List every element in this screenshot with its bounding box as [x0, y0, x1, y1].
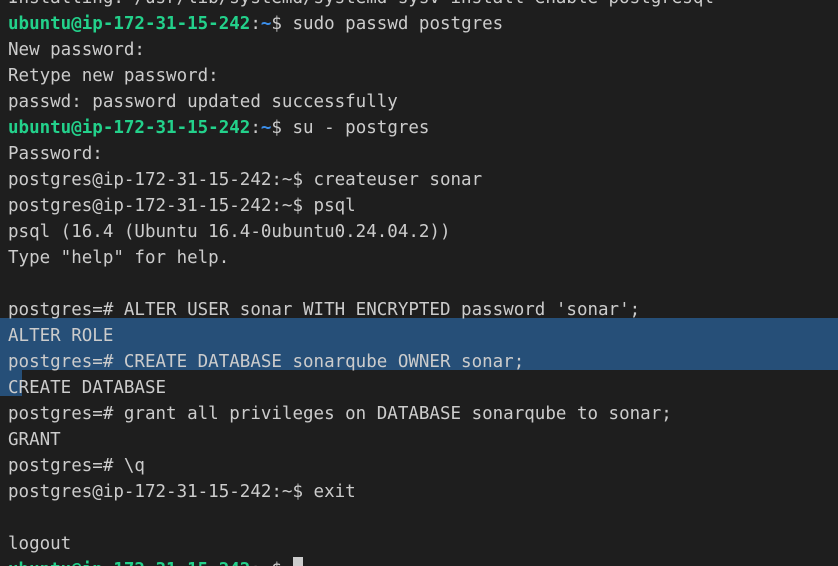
output-line: postgres@ip-172-31-15-242:~$ exit	[8, 482, 356, 502]
output-line: postgres=# \q	[8, 456, 145, 476]
output-line: postgres@ip-172-31-15-242:~$ createuser …	[8, 170, 483, 190]
output-line: passwd: password updated successfully	[8, 92, 398, 112]
output-line: Installing: /usr/lib/systemd/systemd-sys…	[8, 0, 714, 11]
output-line: CREATE DATABASE	[8, 378, 167, 398]
output-line: psql (16.4 (Ubuntu 16.4-0ubuntu0.24.04.2…	[8, 222, 451, 242]
prompt-user: ubuntu@ip-172-31-15-242	[8, 14, 251, 34]
command-text: $	[271, 560, 292, 566]
output-line: Password:	[8, 144, 103, 164]
output-line: Type "help" for help.	[8, 248, 230, 268]
output-line: ALTER ROLE	[8, 326, 114, 346]
cursor	[292, 557, 303, 566]
prompt-line: ubuntu@ip-172-31-15-242:~$ sudo passwd p…	[8, 11, 714, 37]
output-line: postgres=# grant all privileges on DATAB…	[8, 404, 672, 424]
command-text: $ sudo passwd postgres	[271, 14, 504, 34]
prompt-colon: :	[250, 560, 261, 566]
output-line: postgres=# ALTER USER sonar WITH ENCRYPT…	[8, 300, 641, 320]
output-line: Retype new password:	[8, 66, 219, 86]
terminal-output[interactable]: Installing: /usr/lib/systemd/systemd-sys…	[8, 0, 714, 566]
output-line: postgres@ip-172-31-15-242:~$ psql	[8, 196, 356, 216]
output-line: postgres=# CREATE DATABASE sonarqube OWN…	[8, 352, 525, 372]
prompt-line: ubuntu@ip-172-31-15-242:~$ su - postgres	[8, 115, 714, 141]
prompt-colon: :	[250, 14, 261, 34]
command-text: $ su - postgres	[271, 118, 430, 138]
output-line: GRANT	[8, 430, 61, 450]
terminal-window[interactable]: Installing: /usr/lib/systemd/systemd-sys…	[0, 0, 838, 566]
prompt-colon: :	[250, 118, 261, 138]
prompt-path: ~	[261, 560, 272, 566]
prompt-line: ubuntu@ip-172-31-15-242:~$	[8, 557, 714, 566]
output-line: logout	[8, 534, 72, 554]
prompt-path: ~	[260, 118, 272, 138]
prompt-path: ~	[260, 14, 272, 34]
prompt-user: ubuntu@ip-172-31-15-242	[8, 118, 251, 138]
output-line: New password:	[8, 40, 145, 60]
prompt-user: ubuntu@ip-172-31-15-242	[8, 560, 250, 566]
